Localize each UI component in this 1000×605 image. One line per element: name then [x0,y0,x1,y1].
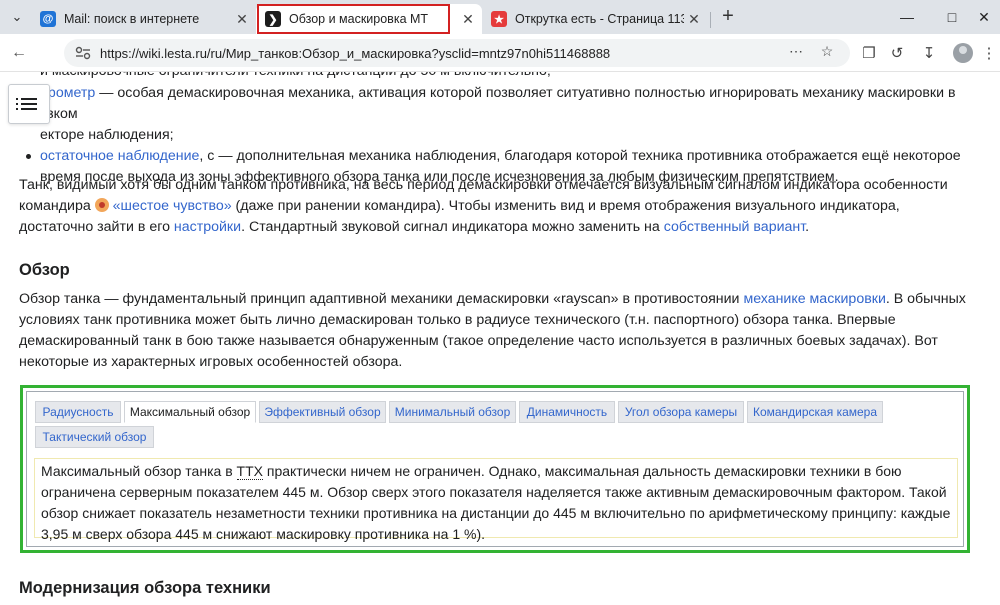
link-residual-observation[interactable]: остаточное наблюдение [40,148,199,164]
close-tab-icon[interactable]: ✕ [232,11,252,28]
tab-content: Максимальный обзор танка в ТТХ практичес… [34,458,958,542]
tab-effective-view[interactable]: Эффективный обзор [259,401,386,423]
close-tab-icon[interactable]: ✕ [458,11,478,28]
link-custom-variant[interactable]: собственный вариант [664,219,805,235]
more-dots-icon[interactable]: ⋯ [786,41,806,61]
tab-commander-camera[interactable]: Командирская камера [747,401,883,423]
tab-title: Обзор и маскировка МТ [289,12,429,26]
profile-avatar-icon[interactable] [953,43,973,63]
window-close-icon[interactable]: ✕ [972,6,996,28]
table-of-contents-button[interactable] [8,84,50,124]
history-icon[interactable]: ↺ [886,43,908,65]
new-tab-plus-icon[interactable]: + [716,5,740,29]
feature-list: ирометр — особая демаскировочная механик… [20,83,980,188]
tab-mail[interactable]: @ Mail: поиск в интернете ✕ [31,4,256,34]
link-camouflage-mechanics[interactable]: механике маскировки [743,291,885,307]
bookmark-star-icon[interactable]: ☆ [817,41,837,61]
tabber: Радиусность Максимальный обзор Эффективн… [26,391,964,547]
download-icon[interactable]: ↧ [918,43,940,65]
paragraph-overview: Обзор танка — фундаментальный принцип ад… [19,291,966,370]
tab-camera-angle[interactable]: Угол обзора камеры [618,401,744,423]
cut-off-text: и маскировочные ограничители техники на … [40,72,995,82]
tab-min-view[interactable]: Минимальный обзор [389,401,516,423]
tab-radius[interactable]: Радиусность [35,401,121,423]
section-heading: Модернизация обзора техники [19,579,271,597]
minimize-icon[interactable]: — [895,6,919,28]
close-tab-icon[interactable]: ✕ [684,11,704,28]
extensions-icon[interactable]: ❐ [858,43,880,65]
tab-dynamics[interactable]: Динамичность [519,401,615,423]
tab-list-chevron-icon[interactable]: ⌄ [6,7,28,27]
tab-separator [710,12,711,28]
tab-title: Открутка есть - Страница 1130 - [515,12,684,26]
tanks-logo-icon: ❯ [265,11,281,27]
link-settings[interactable]: настройки [174,219,241,235]
back-arrow-icon[interactable]: ← [8,42,30,64]
wiki-article: и маскировочные ограничители техники на … [0,72,1000,605]
list-item: ирометр — особая демаскировочная механик… [20,83,980,146]
tab-forum[interactable]: ★ Открутка есть - Страница 1130 - ✕ [482,4,708,34]
menu-kebab-icon[interactable]: ⋮ [978,43,1000,65]
section-heading: Обзор [19,261,70,279]
link-sixth-sense[interactable]: «шестое чувство» [113,198,232,214]
toc-list-icon [16,98,37,100]
tab-max-view[interactable]: Максимальный обзор [124,401,256,423]
abbr-ttx: ТТХ [236,463,263,480]
tab-active-wiki[interactable]: ❯ Обзор и маскировка МТ ✕ [256,4,482,34]
tab-tactical-view[interactable]: Тактический обзор [35,426,154,448]
forum-star-icon: ★ [491,11,507,27]
url-text[interactable]: https://wiki.lesta.ru/ru/Мир_танков:Обзо… [100,46,780,61]
site-info-icon[interactable] [74,45,92,61]
sixth-sense-icon [94,198,109,212]
browser-toolbar: ← https://wiki.lesta.ru/ru/Мир_танков:Об… [0,34,1000,72]
maximize-icon[interactable]: □ [940,6,964,28]
mail-at-icon: @ [40,11,56,27]
paragraph-sixth-sense: Танк, видимый хотя бы одним танком проти… [19,177,948,235]
tab-strip: ⌄ @ Mail: поиск в интернете ✕ ❯ Обзор и … [0,0,1000,34]
highlight-box: Радиусность Максимальный обзор Эффективн… [20,385,970,553]
tab-title: Mail: поиск в интернете [64,12,200,26]
address-bar[interactable]: https://wiki.lesta.ru/ru/Мир_танков:Обзо… [64,39,850,67]
